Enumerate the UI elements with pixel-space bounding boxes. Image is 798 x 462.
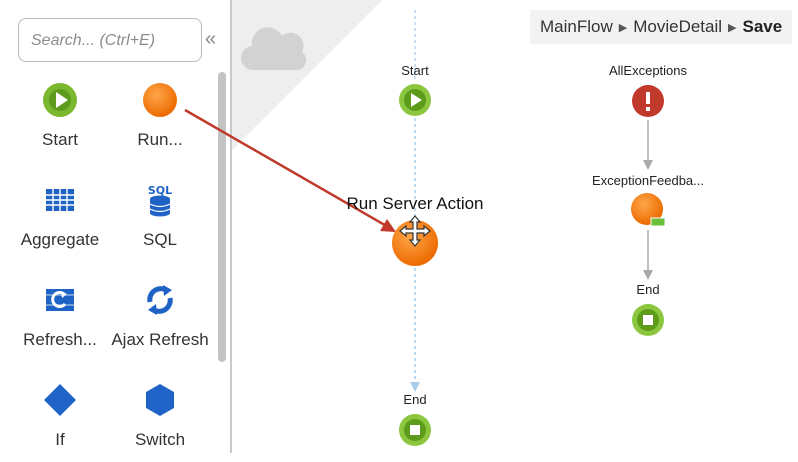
exception-end-label: End (636, 282, 660, 297)
exception-handler-label: AllExceptions (608, 63, 688, 78)
end-node-icon[interactable] (398, 413, 432, 447)
exception-feedback-label: ExceptionFeedba... (591, 173, 705, 188)
end-node-label: End (403, 392, 427, 407)
start-node-icon[interactable] (398, 83, 432, 117)
breadcrumb-separator-icon: ▶ (618, 21, 628, 34)
exception-handler-icon[interactable] (631, 84, 665, 118)
breadcrumb-separator-icon: ▶ (728, 21, 737, 34)
breadcrumb-current: Save (742, 17, 783, 36)
exception-end-node-icon[interactable] (631, 303, 665, 337)
breadcrumb-item-mainflow[interactable]: MainFlow (540, 17, 613, 37)
dragging-node-label: Run Server Action (346, 194, 484, 213)
exception-feedback-node-icon[interactable] (629, 192, 669, 228)
breadcrumb: MainFlow ▶ MovieDetail ▶ Save (530, 10, 793, 44)
breadcrumb-item-moviedetail[interactable]: MovieDetail (633, 17, 722, 37)
start-node-label: Start (401, 63, 429, 78)
move-cursor-icon (399, 215, 431, 247)
